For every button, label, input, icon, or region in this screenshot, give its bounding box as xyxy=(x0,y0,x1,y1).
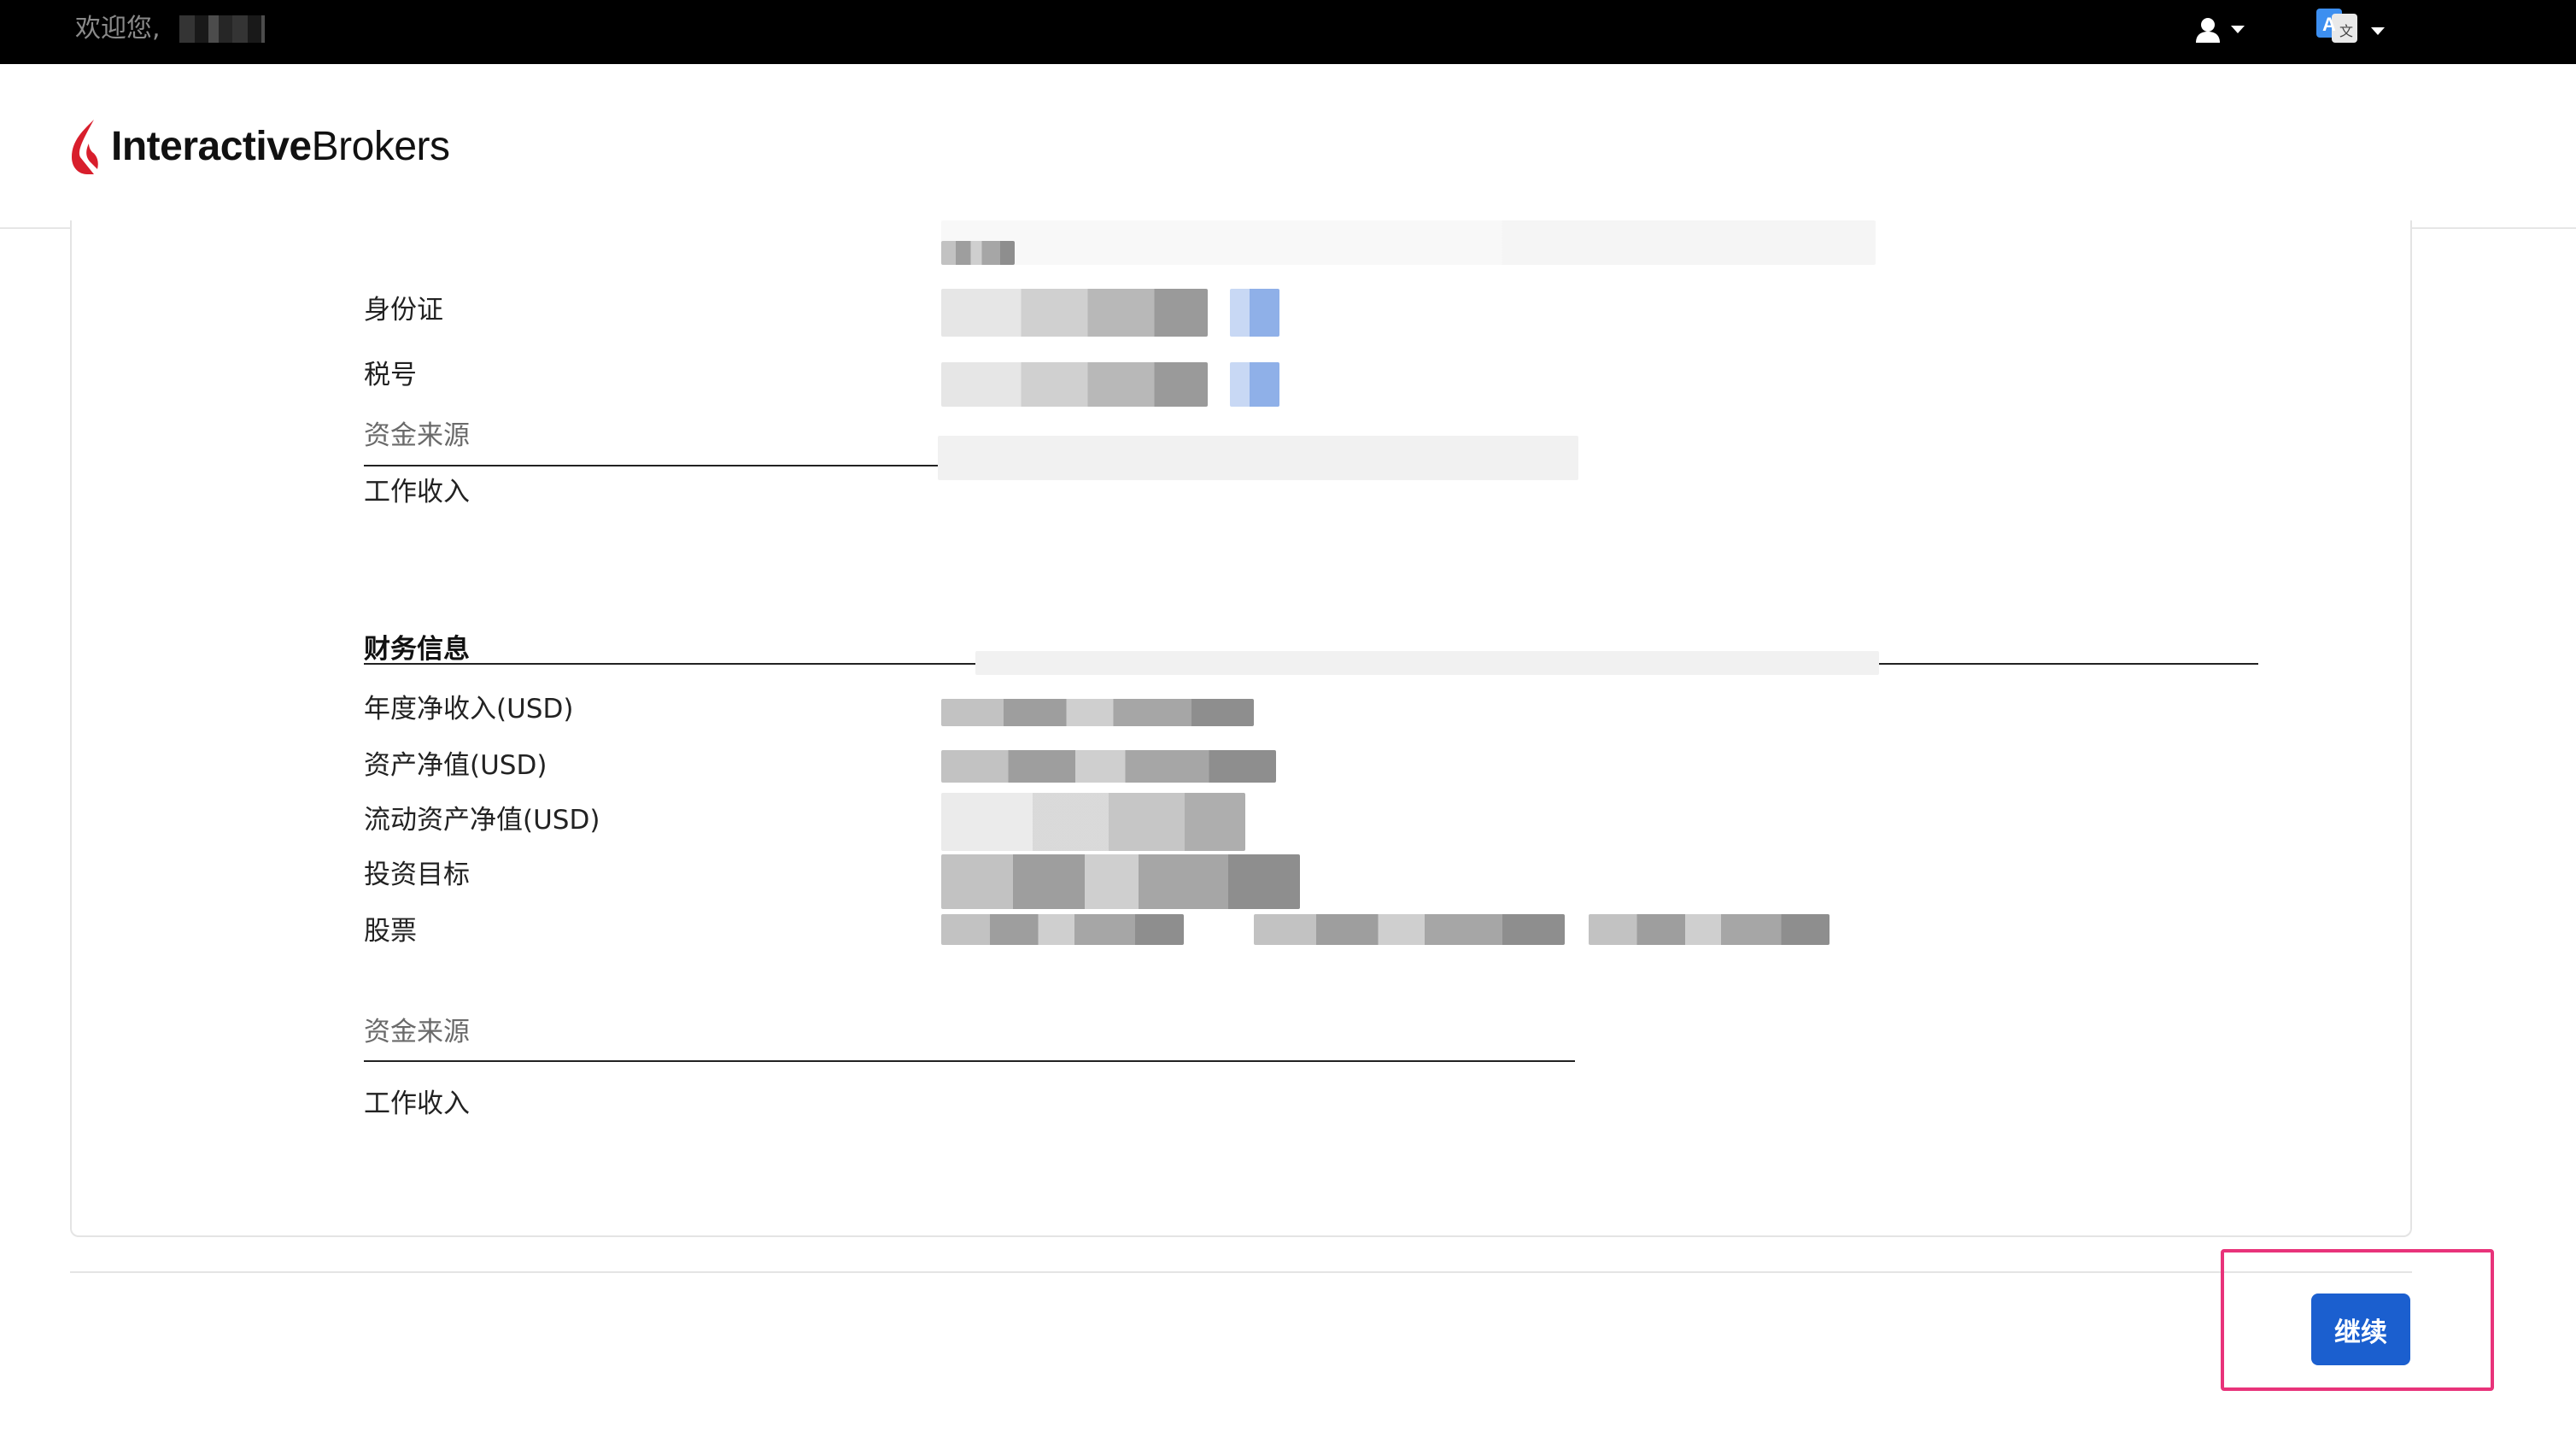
welcome-text: 欢迎您, xyxy=(75,14,161,44)
source-of-funds-value: 工作收入 xyxy=(364,477,470,507)
site-header: InteractiveBrokers xyxy=(0,64,2576,229)
redacted-stocks-value-3 xyxy=(1589,914,1830,945)
redacted-value xyxy=(938,436,1578,480)
logo-text-regular: Brokers xyxy=(311,124,450,169)
investment-objective-label: 投资目标 xyxy=(364,859,470,890)
svg-text:A: A xyxy=(2322,14,2336,35)
footer-divider xyxy=(70,1271,2412,1273)
source-of-funds-header: 资金来源 xyxy=(364,420,470,451)
language-menu-button[interactable]: A 文 xyxy=(2316,9,2388,50)
divider-line xyxy=(364,465,975,466)
redacted-annual-net-income-value xyxy=(941,699,1254,726)
redacted-stocks-value-1 xyxy=(941,914,1184,945)
redacted-value xyxy=(941,220,1876,265)
translate-icon: A 文 xyxy=(2316,9,2357,43)
redacted-tax-number-badge xyxy=(1230,362,1279,407)
top-bar: 欢迎您, A 文 xyxy=(0,0,2576,64)
id-card-label: 身份证 xyxy=(364,295,443,326)
chevron-down-icon xyxy=(2371,27,2385,35)
redacted-value xyxy=(975,651,1879,675)
tax-number-label: 税号 xyxy=(364,360,417,390)
review-card: 身份证 税号 资金来源 工作收入 财务信息 年度净收入(USD) 资产净值(US… xyxy=(70,220,2412,1237)
chevron-down-icon xyxy=(2231,26,2245,33)
redacted-id-card-value xyxy=(941,289,1208,337)
redacted-tax-number-value xyxy=(941,362,1208,407)
redacted-net-worth-value xyxy=(941,750,1276,783)
continue-button[interactable]: 继续 xyxy=(2311,1294,2410,1365)
financial-info-title: 财务信息 xyxy=(364,634,470,665)
user-icon xyxy=(2196,18,2220,43)
redacted-id-card-badge xyxy=(1230,289,1279,337)
svg-text:文: 文 xyxy=(2339,23,2353,39)
ib-flame-icon xyxy=(72,120,98,174)
redacted-liquid-net-worth-value xyxy=(941,793,1245,851)
net-worth-label: 资产净值(USD) xyxy=(364,750,547,781)
financial-source-of-funds-value: 工作收入 xyxy=(364,1088,470,1119)
logo-text-bold: Interactive xyxy=(111,124,312,169)
redacted-investment-objective-value xyxy=(941,854,1300,909)
redacted-stocks-value-2 xyxy=(1254,914,1565,945)
redacted-user-name xyxy=(179,15,265,43)
interactive-brokers-logo[interactable]: InteractiveBrokers xyxy=(68,109,450,185)
stocks-label: 股票 xyxy=(364,916,417,947)
redacted-value xyxy=(941,241,1015,265)
annual-net-income-label: 年度净收入(USD) xyxy=(364,694,574,724)
divider-line xyxy=(364,1060,1575,1062)
financial-source-of-funds-header: 资金来源 xyxy=(364,1017,470,1047)
user-menu-button[interactable] xyxy=(2193,14,2250,48)
liquid-net-worth-label: 流动资产净值(USD) xyxy=(364,805,600,836)
